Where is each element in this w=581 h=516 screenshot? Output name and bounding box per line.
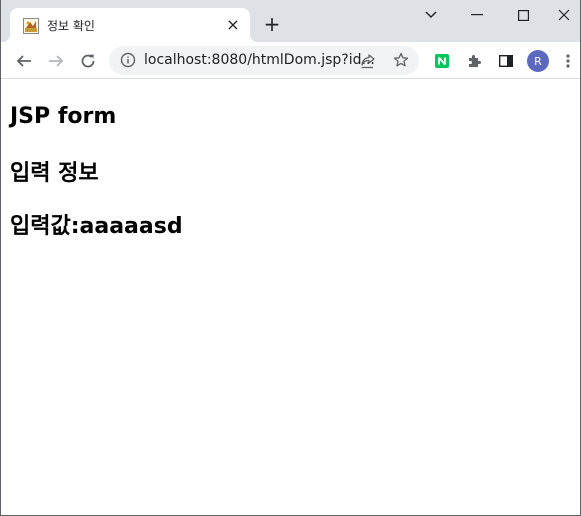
new-tab-button[interactable]: + xyxy=(261,13,283,35)
close-tab-icon[interactable]: × xyxy=(224,16,242,34)
tab-active[interactable]: 정보 확인 × xyxy=(2,8,258,42)
maximize-icon[interactable] xyxy=(500,0,546,30)
menu-kebab-icon[interactable] xyxy=(557,48,579,74)
side-panel-icon[interactable] xyxy=(493,48,519,74)
reload-icon[interactable] xyxy=(75,48,101,74)
tab-search-chevron-icon[interactable] xyxy=(408,0,454,30)
share-icon[interactable] xyxy=(360,53,376,73)
forward-icon[interactable] xyxy=(43,48,69,74)
browser-toolbar: localhost:8080/htmlDom.jsp?id... R xyxy=(1,42,580,79)
extensions-puzzle-icon[interactable] xyxy=(461,48,487,74)
heading-input-info: 입력 정보 xyxy=(10,161,99,186)
heading-jsp-form: JSP form xyxy=(10,104,117,129)
tab-strip: 정보 확인 × + xyxy=(1,0,580,42)
back-icon[interactable] xyxy=(11,48,37,74)
page-content: JSP form 입력 정보 입력값:aaaaasd xyxy=(10,80,580,515)
bookmark-star-icon[interactable] xyxy=(393,52,409,72)
url-text[interactable]: localhost:8080/htmlDom.jsp?id... xyxy=(144,52,375,68)
heading-input-value: 입력값:aaaaasd xyxy=(10,214,183,239)
minimize-icon[interactable] xyxy=(454,0,500,30)
favicon-icon xyxy=(23,18,39,34)
tab-title: 정보 확인 xyxy=(47,19,95,33)
profile-avatar[interactable]: R xyxy=(527,50,549,72)
site-info-icon[interactable] xyxy=(120,52,136,72)
close-window-icon[interactable] xyxy=(545,0,581,30)
naver-extension-icon[interactable] xyxy=(429,48,455,74)
address-bar[interactable]: localhost:8080/htmlDom.jsp?id... xyxy=(109,46,419,75)
